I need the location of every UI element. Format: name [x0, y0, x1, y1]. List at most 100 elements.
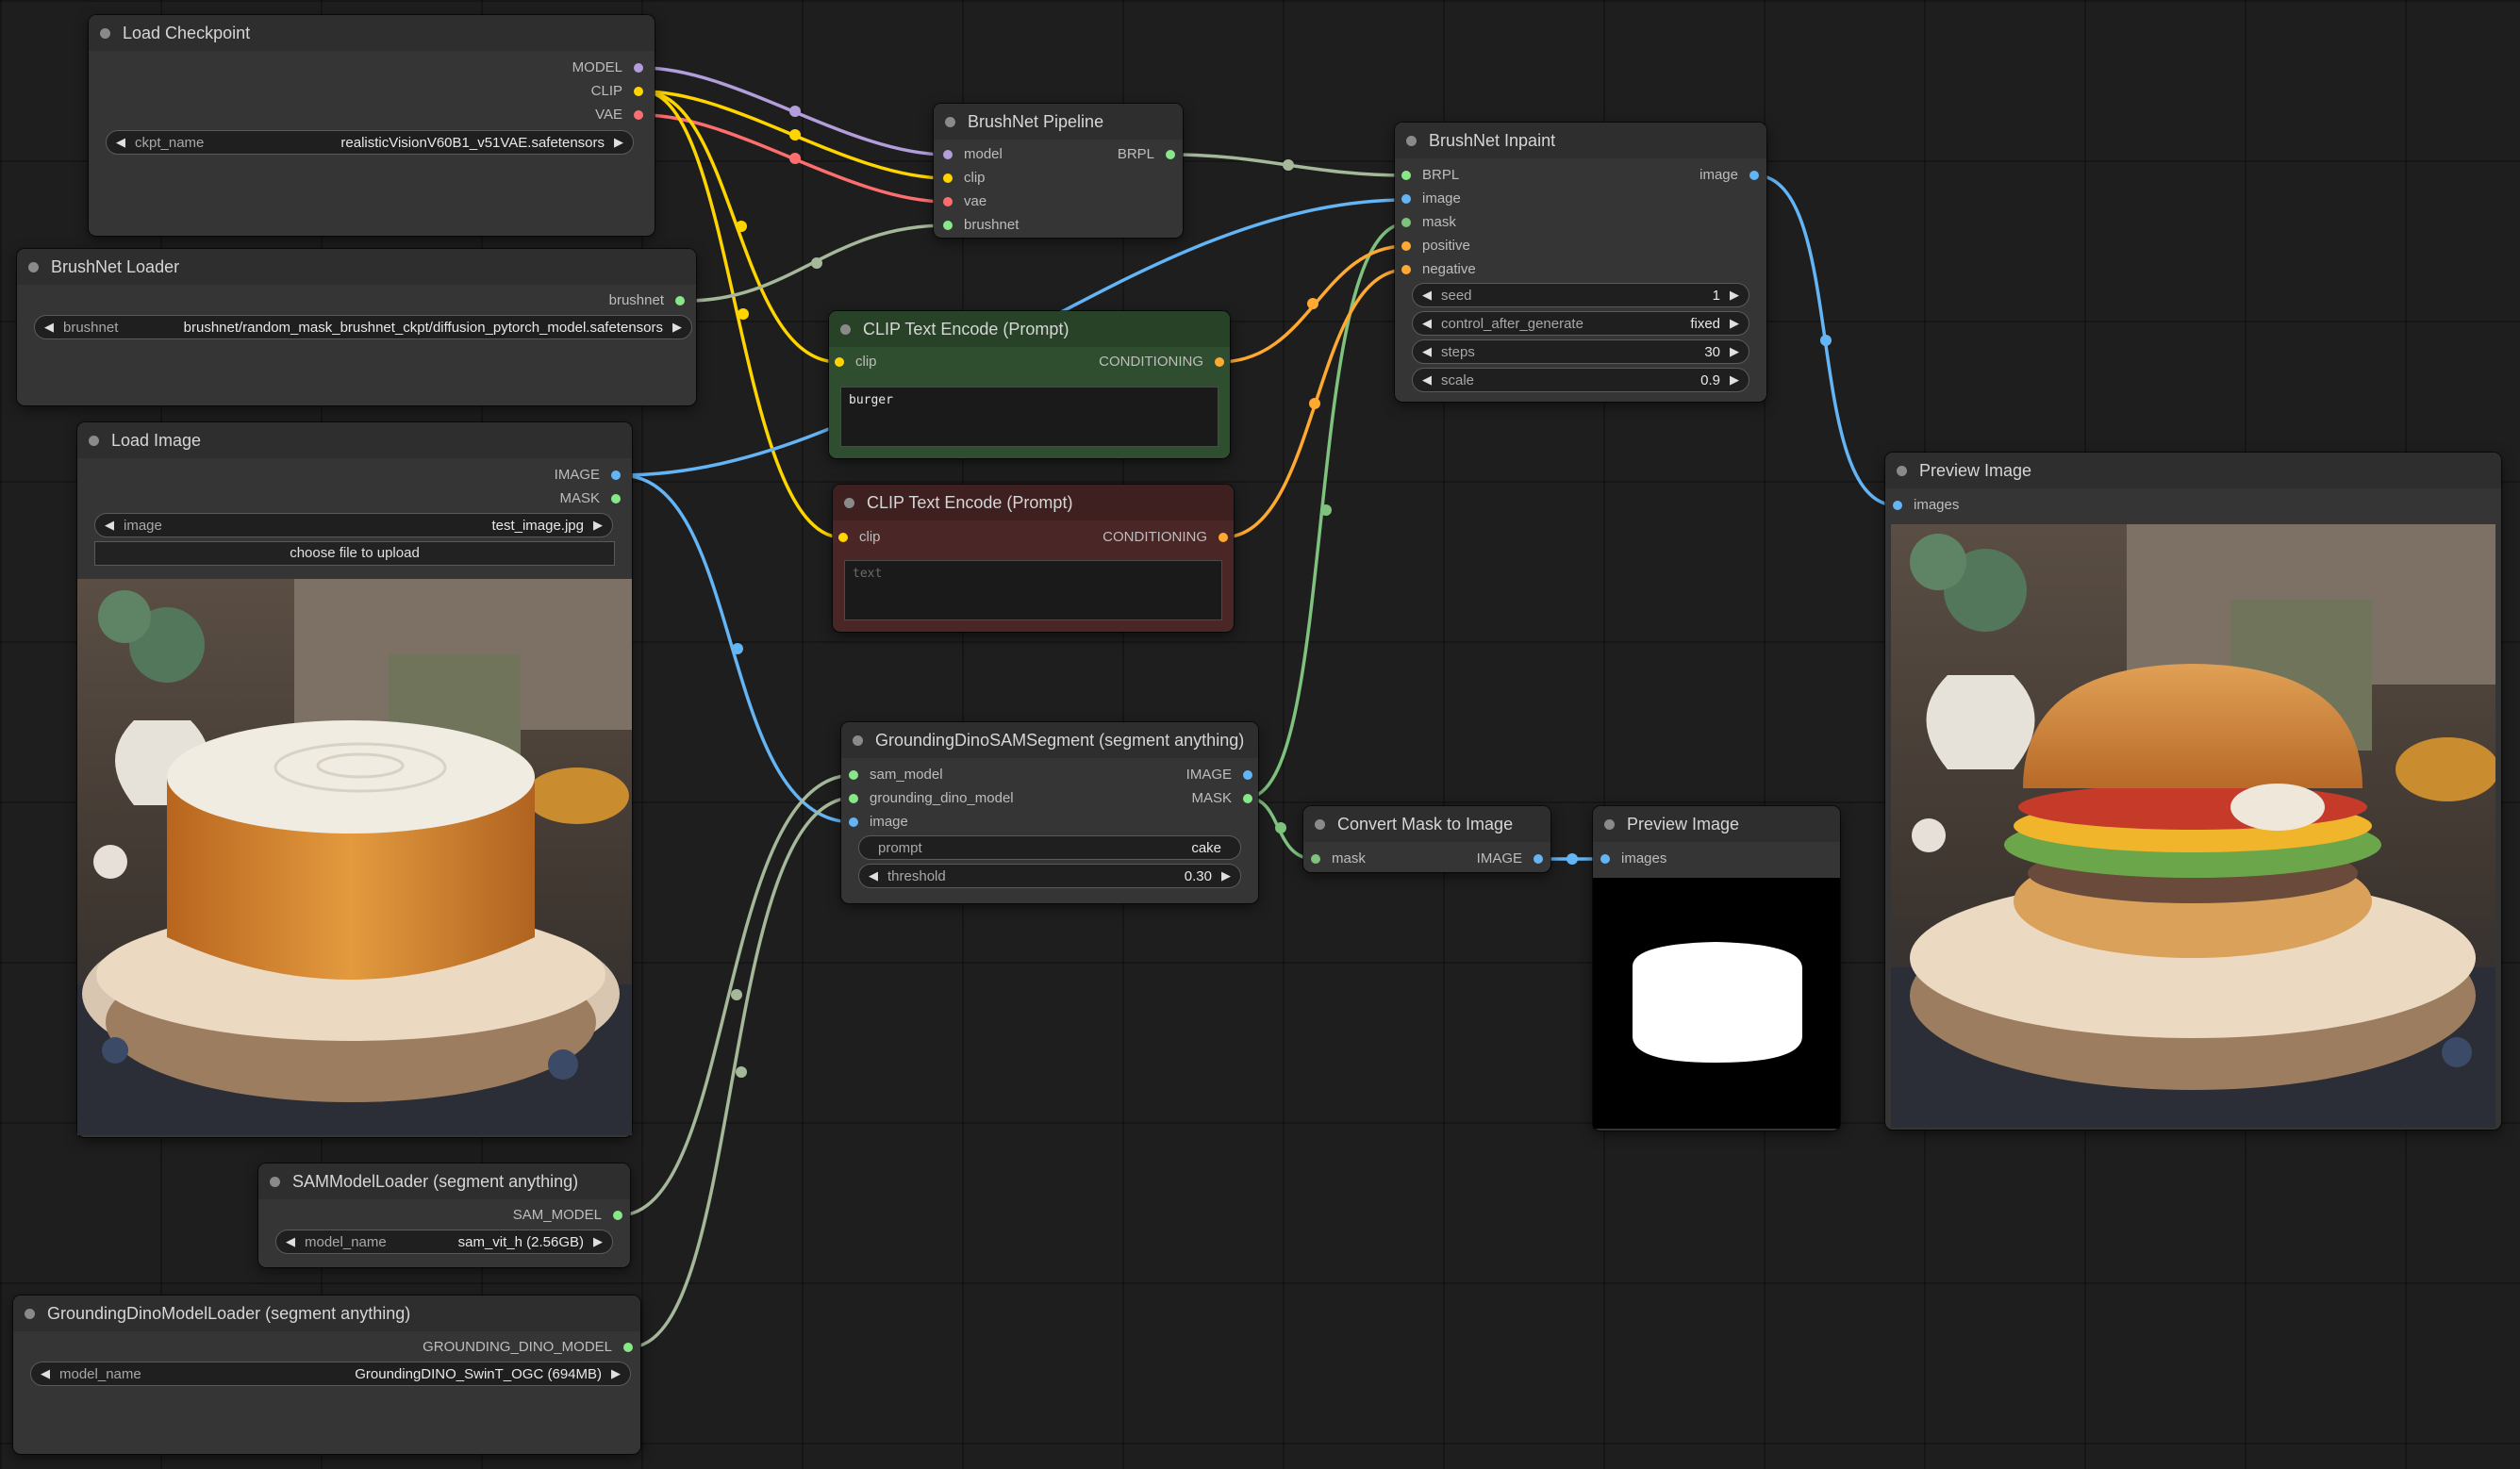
node-grounding-dino-sam-segment[interactable]: GroundingDinoSAMSegment (segment anythin…	[841, 722, 1258, 903]
node-title-bar[interactable]: Load Image	[77, 422, 632, 458]
output-dot-icon[interactable]	[611, 494, 621, 503]
output-image[interactable]: IMAGE	[1186, 767, 1252, 784]
node-preview-image-mask[interactable]: Preview Image images	[1593, 806, 1840, 1131]
control-after-generate-combo[interactable]: ◀ control_after_generate fixed ▶	[1412, 311, 1749, 336]
arrow-right-icon[interactable]: ▶	[1730, 288, 1739, 303]
collapse-dot-icon[interactable]	[1406, 136, 1417, 146]
arrow-left-icon[interactable]: ◀	[1422, 344, 1432, 359]
node-title-bar[interactable]: GroundingDinoSAMSegment (segment anythin…	[841, 722, 1258, 758]
input-dot-icon[interactable]	[943, 173, 953, 183]
arrow-right-icon[interactable]: ▶	[614, 135, 623, 150]
arrow-left-icon[interactable]: ◀	[1422, 372, 1432, 388]
input-dot-icon[interactable]	[1401, 218, 1411, 227]
input-dot-icon[interactable]	[1401, 241, 1411, 251]
node-title-bar[interactable]: CLIP Text Encode (Prompt)	[833, 485, 1234, 520]
arrow-left-icon[interactable]: ◀	[286, 1234, 295, 1249]
node-brushnet-pipeline[interactable]: BrushNet Pipeline model clip vae brushne…	[934, 104, 1183, 238]
input-dot-icon[interactable]	[1401, 194, 1411, 204]
node-load-image[interactable]: Load Image IMAGE MASK ◀ image test_image…	[77, 422, 632, 1137]
image-combo[interactable]: ◀ image test_image.jpg ▶	[94, 513, 613, 537]
input-image[interactable]: image	[1401, 190, 1461, 207]
arrow-left-icon[interactable]: ◀	[116, 135, 125, 150]
node-load-checkpoint[interactable]: Load Checkpoint MODEL CLIP VAE ◀ ckpt_na…	[89, 15, 655, 236]
seed-number-widget[interactable]: ◀ seed 1 ▶	[1412, 283, 1749, 307]
arrow-right-icon[interactable]: ▶	[672, 320, 682, 335]
arrow-right-icon[interactable]: ▶	[593, 518, 603, 533]
input-dot-icon[interactable]	[849, 794, 858, 803]
brushnet-combo[interactable]: ◀ brushnet brushnet/random_mask_brushnet…	[34, 315, 692, 339]
collapse-dot-icon[interactable]	[100, 28, 110, 39]
input-positive[interactable]: positive	[1401, 238, 1470, 255]
input-dot-icon[interactable]	[849, 817, 858, 827]
output-image[interactable]: IMAGE	[1477, 850, 1543, 867]
node-title-bar[interactable]: BrushNet Pipeline	[934, 104, 1183, 140]
input-dot-icon[interactable]	[1600, 854, 1610, 864]
scale-number-widget[interactable]: ◀ scale 0.9 ▶	[1412, 368, 1749, 392]
output-brushnet[interactable]: brushnet	[609, 292, 685, 309]
input-dot-icon[interactable]	[1401, 171, 1411, 180]
output-dot-icon[interactable]	[613, 1211, 622, 1220]
steps-number-widget[interactable]: ◀ steps 30 ▶	[1412, 339, 1749, 364]
arrow-right-icon[interactable]: ▶	[611, 1366, 621, 1381]
input-dot-icon[interactable]	[849, 770, 858, 780]
node-title-bar[interactable]: BrushNet Inpaint	[1395, 123, 1766, 158]
node-title-bar[interactable]: Preview Image	[1885, 453, 2501, 488]
output-grounding-dino-model[interactable]: GROUNDING_DINO_MODEL	[423, 1339, 633, 1356]
collapse-dot-icon[interactable]	[844, 498, 854, 508]
output-brpl[interactable]: BRPL	[1118, 146, 1175, 163]
node-grounding-dino-model-loader[interactable]: GroundingDinoModelLoader (segment anythi…	[13, 1296, 640, 1454]
collapse-dot-icon[interactable]	[945, 117, 955, 127]
arrow-left-icon[interactable]: ◀	[1422, 316, 1432, 331]
arrow-left-icon[interactable]: ◀	[105, 518, 114, 533]
output-dot-icon[interactable]	[1219, 533, 1228, 542]
model-name-combo[interactable]: ◀ model_name sam_vit_h (2.56GB) ▶	[275, 1230, 613, 1254]
arrow-right-icon[interactable]: ▶	[1730, 316, 1739, 331]
output-conditioning[interactable]: CONDITIONING	[1102, 529, 1228, 546]
node-title-bar[interactable]: SAMModelLoader (segment anything)	[258, 1164, 630, 1199]
threshold-number-widget[interactable]: ◀ threshold 0.30 ▶	[858, 864, 1241, 888]
prompt-text-widget[interactable]: prompt cake	[858, 835, 1241, 860]
node-preview-image-result[interactable]: Preview Image images	[1885, 453, 2501, 1130]
arrow-right-icon[interactable]: ▶	[1730, 344, 1739, 359]
collapse-dot-icon[interactable]	[270, 1177, 280, 1187]
output-dot-icon[interactable]	[634, 110, 643, 120]
input-sam-model[interactable]: sam_model	[849, 767, 943, 784]
prompt-text-area[interactable]: text	[844, 560, 1222, 620]
input-clip[interactable]: clip	[838, 529, 881, 546]
collapse-dot-icon[interactable]	[1315, 819, 1325, 830]
input-clip[interactable]: clip	[943, 170, 986, 187]
output-sam-model[interactable]: SAM_MODEL	[513, 1207, 622, 1224]
output-dot-icon[interactable]	[1166, 150, 1175, 159]
input-mask[interactable]: mask	[1311, 850, 1366, 867]
arrow-left-icon[interactable]: ◀	[44, 320, 54, 335]
input-clip[interactable]: clip	[835, 354, 877, 371]
output-model[interactable]: MODEL	[572, 59, 643, 76]
node-title-bar[interactable]: Convert Mask to Image	[1303, 806, 1550, 842]
output-dot-icon[interactable]	[623, 1343, 633, 1352]
model-name-combo[interactable]: ◀ model_name GroundingDINO_SwinT_OGC (69…	[30, 1362, 631, 1386]
node-title-bar[interactable]: CLIP Text Encode (Prompt)	[829, 311, 1230, 347]
arrow-left-icon[interactable]: ◀	[869, 868, 878, 883]
collapse-dot-icon[interactable]	[1604, 819, 1615, 830]
collapse-dot-icon[interactable]	[1897, 466, 1907, 476]
input-negative[interactable]: negative	[1401, 261, 1476, 278]
prompt-text-area[interactable]: burger	[840, 387, 1219, 447]
collapse-dot-icon[interactable]	[840, 324, 851, 335]
collapse-dot-icon[interactable]	[28, 262, 39, 272]
node-title-bar[interactable]: Preview Image	[1593, 806, 1840, 842]
node-clip-text-encode-negative[interactable]: CLIP Text Encode (Prompt) clip CONDITION…	[833, 485, 1234, 632]
node-title-bar[interactable]: Load Checkpoint	[89, 15, 655, 51]
input-mask[interactable]: mask	[1401, 214, 1456, 231]
input-dot-icon[interactable]	[943, 197, 953, 206]
output-dot-icon[interactable]	[1749, 171, 1759, 180]
upload-button[interactable]: choose file to upload	[94, 541, 615, 566]
input-brpl[interactable]: BRPL	[1401, 167, 1459, 184]
node-brushnet-loader[interactable]: BrushNet Loader brushnet ◀ brushnet brus…	[17, 249, 696, 405]
arrow-right-icon[interactable]: ▶	[1221, 868, 1231, 883]
output-image[interactable]: IMAGE	[555, 467, 621, 484]
input-dot-icon[interactable]	[835, 357, 844, 367]
arrow-left-icon[interactable]: ◀	[1422, 288, 1432, 303]
output-dot-icon[interactable]	[1534, 854, 1543, 864]
arrow-left-icon[interactable]: ◀	[41, 1366, 50, 1381]
output-image[interactable]: image	[1699, 167, 1759, 184]
